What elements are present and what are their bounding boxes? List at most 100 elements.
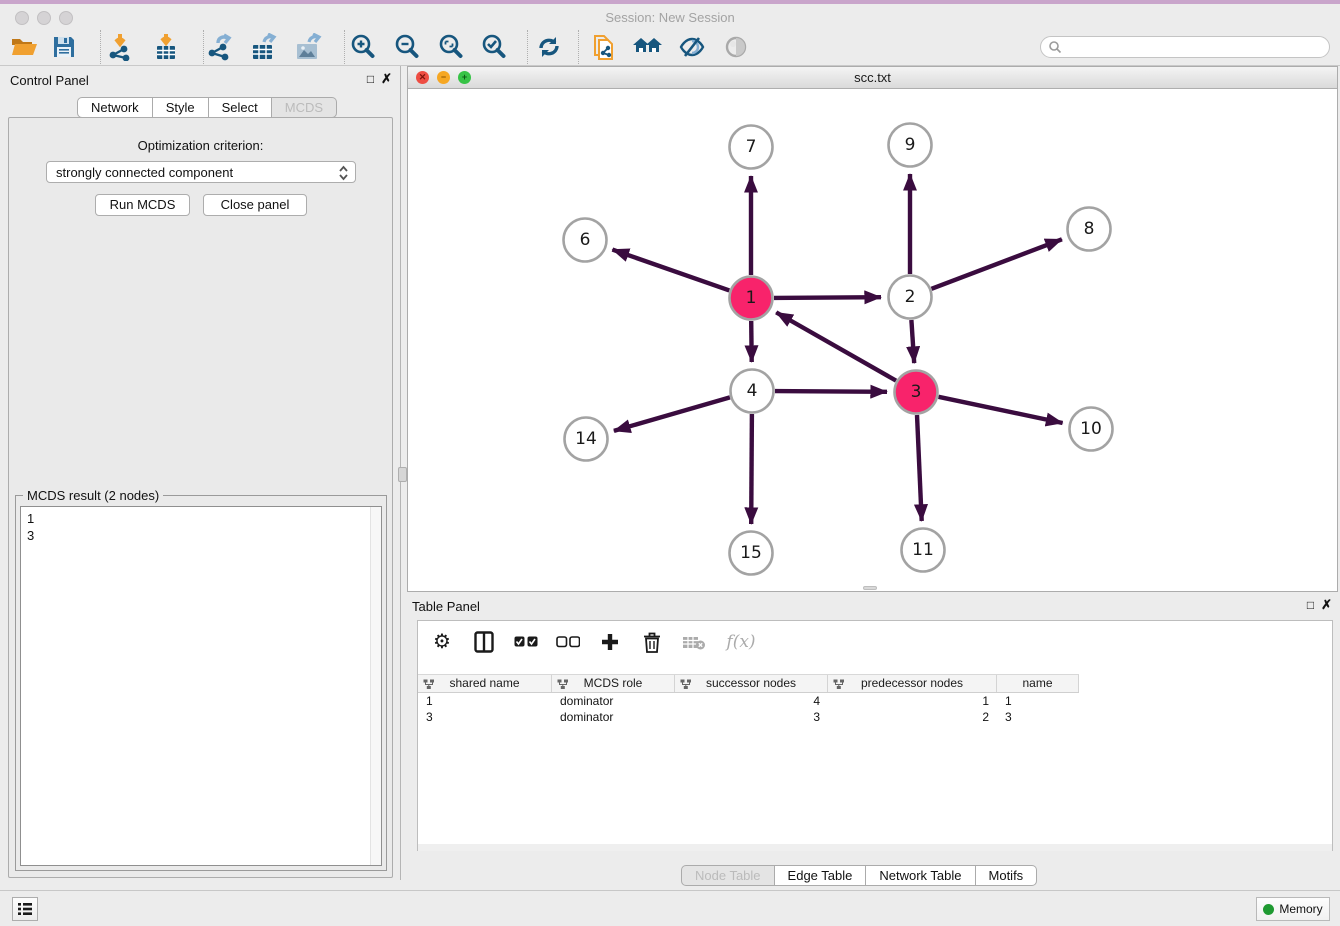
cell-successor-nodes[interactable]: 4 (675, 693, 828, 709)
clone-network-icon[interactable] (586, 31, 622, 63)
table-row[interactable]: 3dominator323 (418, 709, 1079, 725)
node-label-15: 15 (740, 543, 762, 563)
refresh-icon[interactable] (531, 31, 567, 63)
zoom-selected-icon[interactable] (476, 31, 512, 63)
tab-motifs[interactable]: Motifs (976, 865, 1038, 886)
add-row-icon[interactable] (598, 630, 622, 654)
table-toolbar: ⚙ f(x) (430, 627, 758, 657)
edge-4-15[interactable] (751, 414, 752, 524)
table-row[interactable]: 1dominator411 (418, 693, 1079, 709)
mcds-panel: Optimization criterion: strongly connect… (8, 117, 393, 878)
toolbar-separator (578, 30, 579, 64)
column-header-shared-name[interactable]: shared name (418, 675, 552, 692)
tab-network[interactable]: Network (77, 97, 153, 118)
cell-shared-name[interactable]: 3 (418, 709, 552, 725)
run-mcds-button[interactable]: Run MCDS (95, 194, 190, 216)
column-header-MCDS-role[interactable]: MCDS role (552, 675, 675, 692)
memory-status-dot (1263, 904, 1274, 915)
open-session-icon[interactable] (6, 31, 42, 63)
save-session-icon[interactable] (46, 31, 82, 63)
edge-2-8[interactable] (932, 239, 1062, 288)
column-header-name[interactable]: name (997, 675, 1079, 692)
delete-row-icon[interactable] (640, 630, 664, 654)
view-resize-handle[interactable] (863, 586, 877, 590)
edge-1-2[interactable] (774, 297, 881, 298)
cell-predecessor-nodes[interactable]: 1 (828, 693, 997, 709)
show-panels-icon-disabled (718, 31, 754, 63)
column-header-predecessor-nodes[interactable]: predecessor nodes (828, 675, 997, 692)
task-history-button[interactable] (12, 897, 38, 921)
splitter-handle[interactable] (398, 467, 407, 482)
table-hscrollbar[interactable] (418, 844, 1332, 851)
tab-edge-table[interactable]: Edge Table (775, 865, 867, 886)
import-table-icon[interactable] (148, 31, 184, 63)
deselect-all-icon[interactable] (556, 630, 580, 654)
tab-node-table[interactable]: Node Table (681, 865, 775, 886)
status-bar: Memory (0, 890, 1340, 926)
tab-select[interactable]: Select (209, 97, 272, 118)
tab-network-table[interactable]: Network Table (866, 865, 975, 886)
float-panel-icon[interactable]: □ (367, 72, 374, 86)
optimization-criterion-select[interactable]: strongly connected component (46, 161, 356, 183)
edge-4-3[interactable] (775, 391, 887, 392)
control-panel: Control Panel □ ✗ NetworkStyleSelectMCDS… (0, 66, 401, 880)
column-header-successor-nodes[interactable]: successor nodes (675, 675, 828, 692)
import-network-icon[interactable] (102, 31, 138, 63)
search-field[interactable] (1040, 36, 1330, 58)
export-image-icon[interactable] (290, 31, 326, 63)
float-table-panel-icon[interactable]: □ (1307, 598, 1314, 612)
zoom-in-icon[interactable] (345, 31, 381, 63)
mcds-result-textarea[interactable]: 1 3 (20, 506, 382, 866)
attribute-icon (833, 679, 845, 690)
edge-1-6[interactable] (612, 250, 729, 291)
tab-mcds[interactable]: MCDS (272, 97, 337, 118)
node-label-3: 3 (911, 382, 922, 402)
control-panel-title: Control Panel (10, 73, 89, 88)
network-canvas[interactable]: 7968124314101511 (408, 89, 1337, 591)
selected-criterion: strongly connected component (56, 165, 233, 180)
table-body: 1dominator4113dominator323 (418, 693, 1079, 725)
search-icon (1048, 40, 1062, 54)
close-panel-button[interactable]: Close panel (203, 194, 307, 216)
close-table-panel-icon[interactable]: ✗ (1321, 597, 1332, 613)
edge-3-1[interactable] (776, 312, 896, 380)
list-icon (17, 902, 33, 916)
delete-table-icon-disabled (682, 630, 706, 654)
node-label-7: 7 (746, 137, 757, 157)
select-all-icon[interactable] (514, 630, 538, 654)
search-input[interactable] (1066, 40, 1316, 54)
cell-predecessor-nodes[interactable]: 2 (828, 709, 997, 725)
edge-2-3[interactable] (911, 320, 914, 363)
edge-1-4[interactable] (751, 321, 752, 362)
export-network-icon[interactable] (202, 31, 238, 63)
export-table-icon[interactable] (246, 31, 282, 63)
cell-successor-nodes[interactable]: 3 (675, 709, 828, 725)
zoom-fit-icon[interactable] (433, 31, 469, 63)
table-settings-gear-icon[interactable]: ⚙ (430, 630, 454, 654)
cell-MCDS-role[interactable]: dominator (552, 709, 675, 725)
network-window-titlebar[interactable]: ✕ − + scc.txt (408, 67, 1337, 89)
close-panel-icon[interactable]: ✗ (381, 71, 392, 87)
cell-name[interactable]: 3 (997, 709, 1079, 725)
node-label-11: 11 (912, 540, 934, 560)
hide-panels-icon[interactable] (674, 31, 710, 63)
edge-3-10[interactable] (939, 397, 1063, 423)
network-view-window: ✕ − + scc.txt 7968124314101511 (407, 66, 1338, 592)
zoom-out-icon[interactable] (389, 31, 425, 63)
memory-button[interactable]: Memory (1256, 897, 1330, 921)
application-window: Session: New Session (0, 0, 1340, 926)
edge-3-11[interactable] (917, 415, 922, 521)
result-scrollbar[interactable] (370, 507, 381, 865)
cell-MCDS-role[interactable]: dominator (552, 693, 675, 709)
home-layout-icon[interactable] (630, 31, 666, 63)
memory-label: Memory (1279, 902, 1322, 916)
cell-name[interactable]: 1 (997, 693, 1079, 709)
show-column-icon[interactable] (472, 630, 496, 654)
edge-4-14[interactable] (614, 397, 730, 431)
node-label-10: 10 (1080, 419, 1102, 439)
table-panel: Table Panel □ ✗ ⚙ f(x) shared nameMCDS r… (402, 592, 1340, 890)
node-table-container: ⚙ f(x) shared nameMCDS rolesuccessor nod… (417, 620, 1333, 851)
node-label-14: 14 (575, 429, 597, 449)
tab-style[interactable]: Style (153, 97, 209, 118)
cell-shared-name[interactable]: 1 (418, 693, 552, 709)
